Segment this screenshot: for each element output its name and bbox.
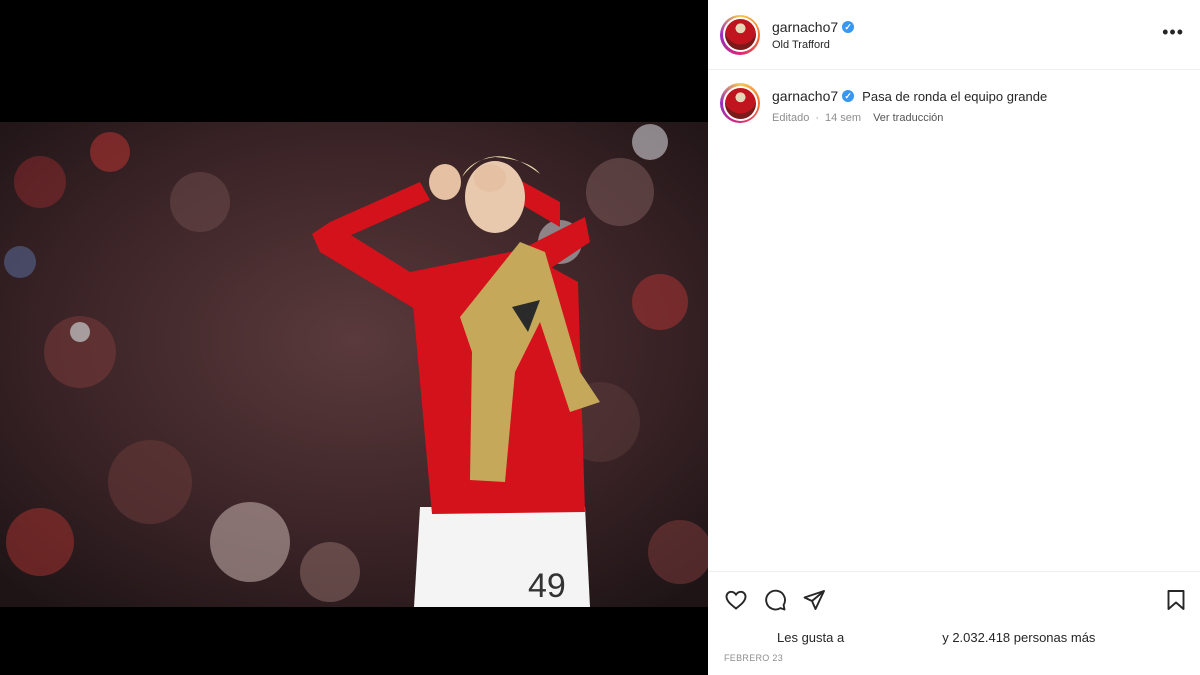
username-link[interactable]: garnacho7	[772, 88, 838, 104]
likes-count[interactable]: y 2.032.418 personas más	[942, 630, 1095, 645]
heart-icon[interactable]	[724, 588, 748, 612]
post-age[interactable]: 14 sem	[825, 112, 861, 124]
edited-label: Editado	[772, 112, 810, 124]
likes-prefix: Les gusta a	[777, 630, 845, 645]
jersey-number: 49	[528, 567, 566, 605]
verified-badge-icon: ✓	[842, 20, 855, 33]
post-actions: Les gusta a y 2.032.418 personas más FEBR…	[708, 571, 1200, 675]
caption-comment: garnacho7 ✓ Pasa de ronda el equipo gran…	[708, 70, 1200, 137]
post-photo[interactable]: 49	[0, 122, 708, 607]
bookmark-icon[interactable]	[1164, 588, 1188, 612]
location-link[interactable]: Old Trafford	[772, 39, 854, 51]
likes-summary[interactable]: Les gusta a y 2.032.418 personas más	[777, 630, 1177, 645]
comment-icon[interactable]	[763, 588, 787, 612]
separator: ·	[815, 112, 819, 124]
post-header: garnacho7 ✓ Old Trafford •••	[708, 0, 1200, 70]
send-icon[interactable]	[802, 588, 826, 612]
avatar[interactable]	[724, 87, 756, 119]
verified-badge-icon: ✓	[842, 90, 855, 102]
username-link[interactable]: garnacho7	[772, 19, 838, 35]
caption-text: Pasa de ronda el equipo grande	[862, 88, 1048, 104]
post-media[interactable]: 49	[0, 0, 708, 675]
avatar[interactable]	[724, 19, 756, 50]
see-translation-button[interactable]: Ver traducción	[873, 112, 943, 124]
more-options-icon[interactable]: •••	[1162, 23, 1184, 41]
post-date: FEBRERO 23	[724, 653, 784, 663]
story-ring[interactable]	[720, 14, 760, 55]
story-ring[interactable]	[720, 83, 760, 123]
post-details-panel: garnacho7 ✓ Old Trafford ••• garnacho7 ✓…	[708, 0, 1200, 675]
